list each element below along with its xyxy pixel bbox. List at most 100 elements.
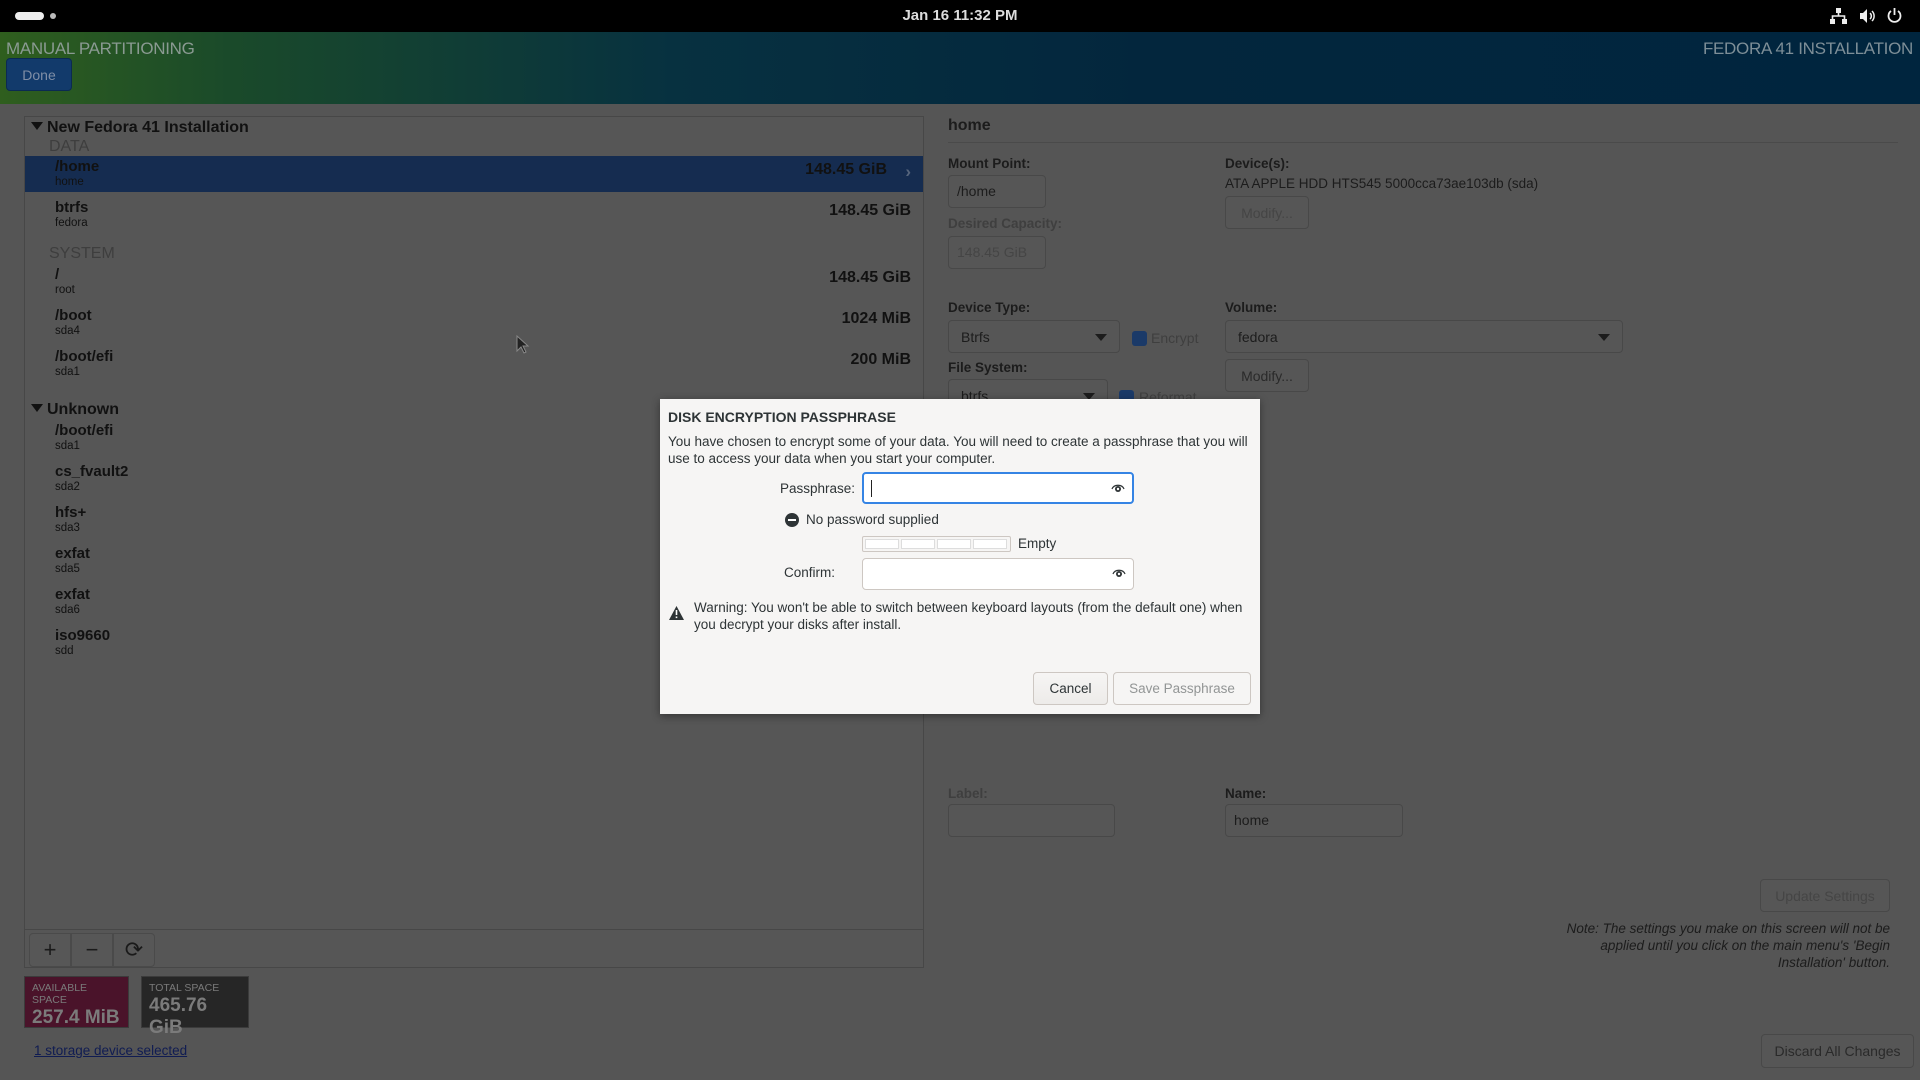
- total-space: TOTAL SPACE 465.76 GiB: [141, 976, 249, 1038]
- group-label: Unknown: [47, 401, 119, 418]
- row-size: 200 MiB: [850, 351, 911, 368]
- available-space-value: 257.4 MiB: [32, 1007, 120, 1028]
- row-name: /: [55, 266, 60, 283]
- modify-devices-button[interactable]: Modify...: [1225, 196, 1309, 229]
- partition-toolbar: + − ⟳: [25, 929, 923, 968]
- total-space-label: TOTAL SPACE: [149, 982, 220, 994]
- strength-segment: [937, 539, 971, 549]
- refresh-button[interactable]: ⟳: [113, 933, 155, 967]
- product-title: FEDORA 41 INSTALLATION: [1702, 39, 1913, 58]
- row-sub: fedora: [55, 217, 88, 229]
- strength-segment: [865, 539, 899, 549]
- passphrase-label: Passphrase:: [779, 481, 855, 496]
- strength-segment: [973, 539, 1007, 549]
- save-passphrase-button[interactable]: Save Passphrase: [1113, 672, 1251, 705]
- row-size: 1024 MiB: [841, 310, 911, 327]
- volume-select[interactable]: fedora: [1225, 320, 1623, 353]
- group-label: New Fedora 41 Installation: [47, 119, 249, 136]
- page-title: MANUAL PARTITIONING: [6, 39, 195, 58]
- file-system-label: File System:: [948, 360, 1028, 375]
- show-password-eye-icon[interactable]: [1111, 482, 1125, 494]
- row-sub: sda3: [55, 522, 80, 534]
- desired-capacity-input[interactable]: 148.45 GiB: [948, 236, 1046, 269]
- update-settings-button[interactable]: Update Settings: [1760, 879, 1890, 912]
- row-size: 148.45 GiB: [829, 269, 911, 286]
- row-name: exfat: [55, 545, 91, 562]
- show-password-eye-icon[interactable]: [1112, 567, 1126, 579]
- devices-label: Device(s):: [1225, 156, 1290, 171]
- strength-segment: [901, 539, 935, 549]
- row-name: btrfs: [55, 199, 89, 216]
- partition-row-btrfs[interactable]: btrfs fedora 148.45 GiB: [25, 197, 923, 233]
- row-sub: sda5: [55, 563, 80, 575]
- row-name: /home: [55, 158, 100, 175]
- row-sub: root: [55, 284, 75, 296]
- warning-text: Warning: You won't be able to switch bet…: [694, 600, 1243, 632]
- device-type-value: Btrfs: [961, 329, 990, 345]
- encrypt-label: Encrypt: [1151, 330, 1199, 346]
- discard-all-changes-button[interactable]: Discard All Changes: [1761, 1034, 1914, 1068]
- row-name: /boot/efi: [55, 348, 114, 365]
- expander-icon[interactable]: [31, 404, 43, 412]
- total-space-value: 465.76 GiB: [149, 995, 208, 1038]
- name-label: Name:: [1225, 786, 1267, 801]
- dropdown-arrow-icon: [1598, 334, 1610, 341]
- dialog-description: You have chosen to encrypt some of your …: [668, 434, 1248, 466]
- mount-point-input[interactable]: /home: [948, 175, 1046, 208]
- modify-volume-button[interactable]: Modify...: [1225, 359, 1309, 392]
- power-icon[interactable]: [1886, 7, 1903, 24]
- section-data: DATA: [49, 138, 90, 155]
- add-partition-button[interactable]: +: [29, 933, 71, 967]
- tree-group-unknown[interactable]: Unknown: [31, 401, 119, 419]
- tree-group-new-installation[interactable]: New Fedora 41 Installation: [31, 119, 249, 137]
- row-size: 148.45 GiB: [805, 161, 887, 178]
- password-strength-bar: [862, 536, 1011, 552]
- strength-label: Empty: [1018, 536, 1057, 551]
- text-caret: [871, 480, 872, 497]
- expander-icon[interactable]: [31, 122, 43, 130]
- warning-icon: [669, 606, 684, 620]
- row-name: /boot/efi: [55, 422, 114, 439]
- done-button[interactable]: Done: [6, 58, 72, 91]
- network-icon[interactable]: [1830, 8, 1847, 24]
- row-name: iso9660: [55, 627, 111, 644]
- note-text: Note: The settings you make on this scre…: [1566, 921, 1890, 970]
- label-input[interactable]: [948, 804, 1115, 837]
- partition-row-boot[interactable]: /boot sda4 1024 MiB: [25, 305, 923, 341]
- clock[interactable]: Jan 16 11:32 PM: [0, 7, 1920, 24]
- device-type-select[interactable]: Btrfs: [948, 320, 1120, 353]
- header: MANUAL PARTITIONING Done FEDORA 41 INSTA…: [0, 32, 1920, 104]
- volume-icon[interactable]: [1859, 8, 1876, 24]
- confirm-input[interactable]: [862, 558, 1134, 590]
- partition-row-boot-efi[interactable]: /boot/efi sda1 200 MiB: [25, 346, 923, 382]
- row-name: exfat: [55, 586, 91, 603]
- mount-point-label: Mount Point:: [948, 156, 1031, 171]
- partition-row-home[interactable]: /home home 148.45 GiB ›: [25, 156, 923, 192]
- storage-device-link[interactable]: 1 storage device selected: [34, 1043, 187, 1058]
- available-space: AVAILABLE SPACE 257.4 MiB: [24, 976, 129, 1028]
- row-sub: sda2: [55, 481, 80, 493]
- device-type-label: Device Type:: [948, 300, 1031, 315]
- password-status: No password supplied: [806, 512, 939, 527]
- row-sub: sda4: [55, 325, 80, 337]
- dropdown-arrow-icon: [1095, 334, 1107, 341]
- confirm-label: Confirm:: [784, 565, 836, 580]
- dialog-title: DISK ENCRYPTION PASSPHRASE: [668, 409, 896, 425]
- row-name: /boot: [55, 307, 92, 324]
- volume-label: Volume:: [1225, 300, 1278, 315]
- label-label: Label:: [948, 786, 988, 801]
- cancel-button[interactable]: Cancel: [1033, 672, 1108, 705]
- details-heading: home: [948, 117, 991, 134]
- volume-value: fedora: [1238, 329, 1278, 345]
- devices-value: ATA APPLE HDD HTS545 5000cca73ae103db (s…: [1225, 176, 1539, 191]
- row-sub: sda1: [55, 440, 80, 452]
- passphrase-input[interactable]: [862, 472, 1134, 504]
- row-sub: sda6: [55, 604, 80, 616]
- row-name: cs_fvault2: [55, 463, 129, 480]
- encrypt-checkbox[interactable]: [1132, 331, 1147, 346]
- remove-partition-button[interactable]: −: [71, 933, 113, 967]
- disk-encryption-dialog: DISK ENCRYPTION PASSPHRASE You have chos…: [660, 399, 1260, 714]
- partition-row-root[interactable]: / root 148.45 GiB: [25, 264, 923, 300]
- chevron-right-icon: ›: [905, 162, 911, 181]
- name-input[interactable]: home: [1225, 804, 1403, 837]
